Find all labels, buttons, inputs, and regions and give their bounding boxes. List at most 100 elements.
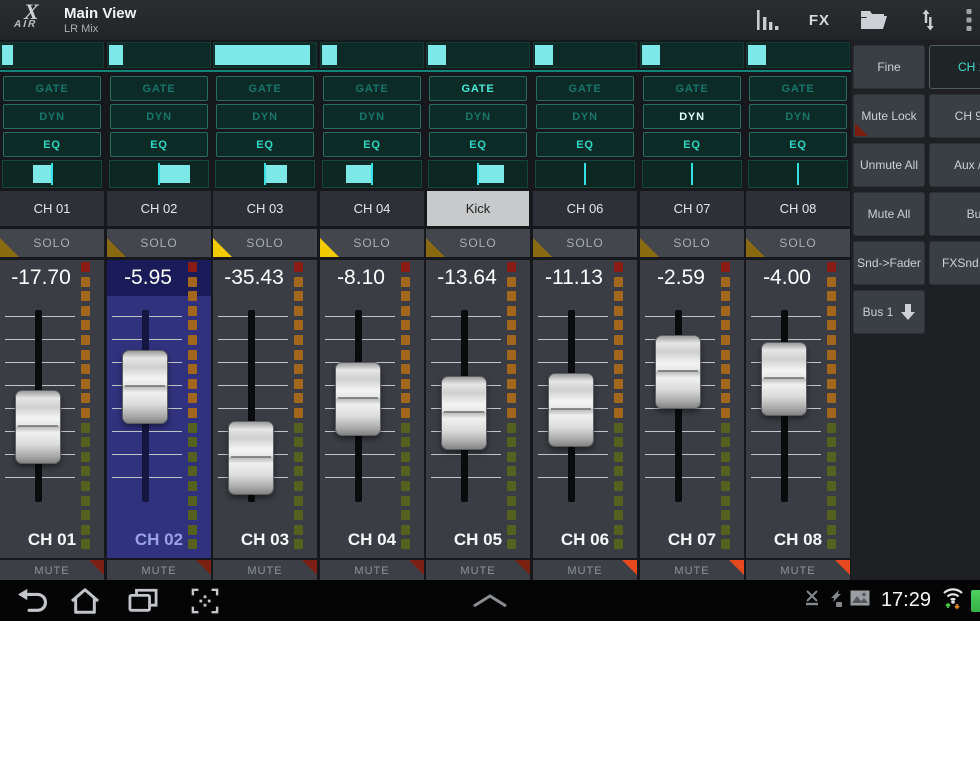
screenshot-icon[interactable]: [186, 580, 224, 621]
gate-button[interactable]: GATE: [110, 76, 208, 101]
fader-handle[interactable]: [15, 390, 61, 464]
solo-button[interactable]: SOLO: [107, 229, 211, 257]
sort-arrows-icon[interactable]: [918, 8, 936, 32]
meter-segment: [614, 451, 623, 462]
dyn-button[interactable]: DYN: [429, 104, 527, 129]
folder-icon[interactable]: [860, 9, 888, 31]
solo-label: SOLO: [566, 236, 604, 250]
recents-icon[interactable]: [124, 580, 162, 621]
mute-button[interactable]: MUTE: [107, 560, 211, 581]
expand-chevron-icon[interactable]: [468, 580, 512, 621]
meter-segment: [721, 481, 730, 491]
dyn-button[interactable]: DYN: [3, 104, 101, 129]
dyn-button[interactable]: DYN: [110, 104, 208, 129]
channel-name-button[interactable]: CH 03: [213, 191, 317, 226]
overflow-menu-icon[interactable]: [966, 8, 972, 32]
gate-button[interactable]: GATE: [323, 76, 421, 101]
fx-button[interactable]: FX: [809, 12, 830, 29]
panel-button-mute-all[interactable]: Mute All: [853, 192, 925, 236]
mute-button[interactable]: MUTE: [320, 560, 424, 581]
panel-button-fxsnd-mon[interactable]: FXSnd / Mon: [929, 241, 980, 285]
home-icon[interactable]: [66, 580, 104, 621]
dyn-button[interactable]: DYN: [749, 104, 847, 129]
dyn-button[interactable]: DYN: [536, 104, 634, 129]
fader-handle[interactable]: [655, 335, 701, 409]
channel-name-button[interactable]: Kick: [427, 191, 529, 226]
meters-icon[interactable]: [756, 8, 779, 32]
solo-button[interactable]: SOLO: [746, 229, 850, 257]
meter-segment: [81, 320, 90, 331]
solo-button[interactable]: SOLO: [426, 229, 530, 257]
eq-button[interactable]: EQ: [323, 132, 421, 157]
dyn-button[interactable]: DYN: [643, 104, 741, 129]
meter-segment: [827, 408, 836, 418]
panel-button-label: Mute All: [867, 207, 911, 221]
channel-name-button[interactable]: CH 01: [0, 191, 104, 226]
meter-segment: [188, 364, 197, 375]
channel-name-button[interactable]: CH 07: [640, 191, 744, 226]
gate-button[interactable]: GATE: [643, 76, 741, 101]
pan-slider[interactable]: [215, 160, 315, 188]
meter-segment: [401, 276, 410, 287]
mute-button[interactable]: MUTE: [533, 560, 637, 581]
meter-segment: [188, 305, 197, 316]
meter-segment: [81, 437, 90, 448]
panel-button-unmute-all[interactable]: Unmute All: [853, 143, 925, 187]
pan-slider[interactable]: [535, 160, 635, 188]
solo-button[interactable]: SOLO: [640, 229, 744, 257]
solo-button[interactable]: SOLO: [533, 229, 637, 257]
mute-button[interactable]: MUTE: [746, 560, 850, 581]
gate-button[interactable]: GATE: [429, 76, 527, 101]
fader-handle[interactable]: [548, 373, 594, 447]
meter-segment: [401, 335, 410, 345]
eq-button[interactable]: EQ: [749, 132, 847, 157]
panel-button-ch-1-8[interactable]: CH 1-8: [929, 45, 980, 89]
pan-slider[interactable]: [748, 160, 848, 188]
panel-button-bus[interactable]: Bus: [929, 192, 980, 236]
fader-handle[interactable]: [441, 376, 487, 450]
panel-button-ch-9-16[interactable]: CH 9-16: [929, 94, 980, 138]
channel-name-button[interactable]: CH 06: [533, 191, 637, 226]
channel-label: CH 08: [773, 530, 823, 549]
solo-button[interactable]: SOLO: [320, 229, 424, 257]
fader-handle[interactable]: [761, 342, 807, 416]
panel-button-fine[interactable]: Fine: [853, 45, 925, 89]
eq-button[interactable]: EQ: [3, 132, 101, 157]
gate-button[interactable]: GATE: [536, 76, 634, 101]
eq-button[interactable]: EQ: [643, 132, 741, 157]
panel-button-aux-fx[interactable]: Aux / FX: [929, 143, 980, 187]
back-icon[interactable]: [12, 580, 50, 621]
eq-button[interactable]: EQ: [536, 132, 634, 157]
fader-handle[interactable]: [228, 421, 274, 495]
eq-button[interactable]: EQ: [216, 132, 314, 157]
pan-center-mark: [264, 163, 266, 185]
gate-button[interactable]: GATE: [3, 76, 101, 101]
mute-button[interactable]: MUTE: [0, 560, 104, 581]
mute-button[interactable]: MUTE: [426, 560, 530, 581]
mute-button[interactable]: MUTE: [640, 560, 744, 581]
channel-name-button[interactable]: CH 02: [107, 191, 211, 226]
pan-slider[interactable]: [2, 160, 102, 188]
meter-segment: [614, 422, 623, 433]
pan-slider[interactable]: [642, 160, 742, 188]
eq-button[interactable]: EQ: [429, 132, 527, 157]
fader-handle[interactable]: [335, 362, 381, 436]
solo-button[interactable]: SOLO: [213, 229, 317, 257]
dyn-button[interactable]: DYN: [216, 104, 314, 129]
channel-name-button[interactable]: CH 08: [746, 191, 850, 226]
pan-slider[interactable]: [322, 160, 422, 188]
eq-button[interactable]: EQ: [110, 132, 208, 157]
gate-button[interactable]: GATE: [749, 76, 847, 101]
gate-button[interactable]: GATE: [216, 76, 314, 101]
solo-button[interactable]: SOLO: [0, 229, 104, 257]
mute-button[interactable]: MUTE: [213, 560, 317, 581]
pan-slider[interactable]: [428, 160, 528, 188]
panel-button-mute-lock[interactable]: Mute Lock: [853, 94, 925, 138]
meter-segment: [507, 320, 516, 331]
panel-button-snd-fader[interactable]: Snd->Fader: [853, 241, 925, 285]
pan-slider[interactable]: [109, 160, 209, 188]
dyn-button[interactable]: DYN: [323, 104, 421, 129]
fader-handle[interactable]: [122, 350, 168, 424]
panel-button-bus-1[interactable]: Bus 1: [853, 290, 925, 334]
channel-name-button[interactable]: CH 04: [320, 191, 424, 226]
